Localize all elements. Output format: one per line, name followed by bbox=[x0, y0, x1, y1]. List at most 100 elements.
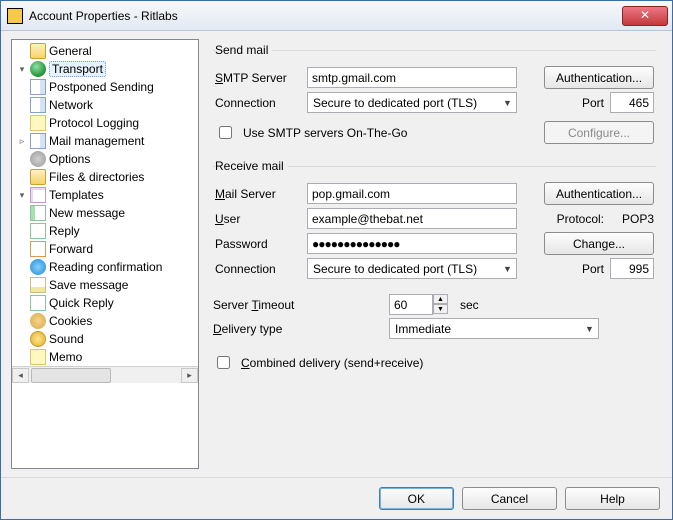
dialog-footer: OK Cancel Help bbox=[1, 477, 672, 519]
cancel-button[interactable]: Cancel bbox=[462, 487, 557, 510]
tree-item-label: Mail management bbox=[49, 134, 144, 148]
close-button[interactable]: ✕ bbox=[622, 6, 668, 26]
tree-twisty-icon[interactable]: ▹ bbox=[16, 136, 28, 147]
tree-twisty-icon[interactable]: ▾ bbox=[16, 64, 28, 75]
scroll-track[interactable] bbox=[29, 368, 181, 383]
tree-item-memo[interactable]: Memo bbox=[12, 348, 198, 366]
tree-item-label: Cookies bbox=[49, 314, 92, 328]
timeout-spin[interactable]: ▲ ▼ bbox=[389, 294, 448, 315]
combined-delivery-checkbox[interactable] bbox=[217, 356, 230, 369]
user-input[interactable] bbox=[307, 208, 517, 229]
mail-server-input[interactable] bbox=[307, 183, 517, 204]
receive-mail-legend: Receive mail bbox=[215, 159, 288, 173]
timeout-down-button[interactable]: ▼ bbox=[433, 304, 448, 314]
mail-server-label: Mail Server bbox=[215, 187, 301, 201]
fwd-icon bbox=[30, 241, 46, 257]
tree-item-network[interactable]: Network bbox=[12, 96, 198, 114]
tree-item-label: General bbox=[49, 44, 92, 58]
timeout-up-button[interactable]: ▲ bbox=[433, 294, 448, 304]
tpl-icon bbox=[30, 187, 46, 203]
tree-item-label: Sound bbox=[49, 332, 84, 346]
timeout-input[interactable] bbox=[389, 294, 433, 315]
tree-item-label: Transport bbox=[49, 61, 106, 77]
tree-item-forward[interactable]: Forward bbox=[12, 240, 198, 258]
tree-item-reading-confirmation[interactable]: Reading confirmation bbox=[12, 258, 198, 276]
send-auth-button[interactable]: Authentication... bbox=[544, 66, 654, 89]
tree-item-label: Options bbox=[49, 152, 90, 166]
nav-tree[interactable]: General ▾ TransportPostponed Sending Networ… bbox=[11, 39, 199, 469]
tree-item-new-message[interactable]: New message bbox=[12, 204, 198, 222]
tree-item-label: Save message bbox=[49, 278, 128, 292]
tree-item-label: Network bbox=[49, 98, 93, 112]
recv-connection-combo[interactable]: Secure to dedicated port (TLS) ▼ bbox=[307, 258, 517, 279]
tree-item-label: Memo bbox=[49, 350, 82, 364]
help-button[interactable]: Help bbox=[565, 487, 660, 510]
protocol-label: Protocol: bbox=[557, 212, 604, 226]
tree-item-cookies[interactable]: Cookies bbox=[12, 312, 198, 330]
send-mail-legend: Send mail bbox=[215, 43, 272, 57]
smtp-onthego-checkbox[interactable] bbox=[219, 126, 232, 139]
app-icon bbox=[7, 8, 23, 24]
tree-item-transport[interactable]: ▾ Transport bbox=[12, 60, 198, 78]
scroll-thumb[interactable] bbox=[31, 368, 111, 383]
memo-icon bbox=[30, 115, 46, 131]
tree-item-label: Reading confirmation bbox=[49, 260, 162, 274]
tree-item-sound[interactable]: Sound bbox=[12, 330, 198, 348]
ok-button[interactable]: OK bbox=[379, 487, 454, 510]
user-label: User bbox=[215, 212, 301, 226]
scroll-right-button[interactable]: ▸ bbox=[181, 368, 198, 383]
cookie-icon bbox=[30, 313, 46, 329]
tree-item-general[interactable]: General bbox=[12, 42, 198, 60]
new-icon bbox=[30, 205, 46, 221]
password-label: Password bbox=[215, 237, 301, 251]
delivery-type-label: Delivery type bbox=[213, 322, 383, 336]
smtp-configure-button: Configure... bbox=[544, 121, 654, 144]
account-properties-dialog: Account Properties - Ritlabs ✕ General ▾ T… bbox=[0, 0, 673, 520]
tree-item-templates[interactable]: ▾ Templates bbox=[12, 186, 198, 204]
tree-item-label: Reply bbox=[49, 224, 80, 238]
password-input[interactable] bbox=[307, 233, 517, 254]
tree-item-quick-reply[interactable]: Quick Reply bbox=[12, 294, 198, 312]
gear-icon bbox=[30, 151, 46, 167]
globe-icon bbox=[30, 61, 46, 77]
tree-item-label: Forward bbox=[49, 242, 93, 256]
send-port-input[interactable] bbox=[610, 92, 654, 113]
tree-item-options[interactable]: Options bbox=[12, 150, 198, 168]
titlebar: Account Properties - Ritlabs ✕ bbox=[1, 1, 672, 31]
sec-label: sec bbox=[460, 298, 479, 312]
recv-connection-label: Connection bbox=[215, 262, 301, 276]
smtp-server-input[interactable] bbox=[307, 67, 517, 88]
receive-mail-group: Receive mail Mail Server Authentication.… bbox=[213, 159, 656, 284]
combined-delivery-label: Combined delivery (send+receive) bbox=[241, 356, 423, 370]
chevron-down-icon: ▼ bbox=[499, 259, 516, 278]
tree-item-postponed-sending[interactable]: Postponed Sending bbox=[12, 78, 198, 96]
delivery-type-combo[interactable]: Immediate ▼ bbox=[389, 318, 599, 339]
smtp-onthego-label: Use SMTP servers On-The-Go bbox=[243, 126, 407, 140]
window-title: Account Properties - Ritlabs bbox=[29, 9, 622, 23]
tree-twisty-icon[interactable]: ▾ bbox=[16, 190, 28, 201]
send-port-label: Port bbox=[582, 96, 604, 110]
send-connection-combo[interactable]: Secure to dedicated port (TLS) ▼ bbox=[307, 92, 517, 113]
tree-item-files-directories[interactable]: Files & directories bbox=[12, 168, 198, 186]
recv-port-input[interactable] bbox=[610, 258, 654, 279]
chevron-down-icon: ▼ bbox=[581, 319, 598, 338]
qr-icon bbox=[30, 295, 46, 311]
tree-item-label: Templates bbox=[49, 188, 104, 202]
tree-item-label: Files & directories bbox=[49, 170, 144, 184]
folder-icon bbox=[30, 43, 46, 59]
page-icon bbox=[30, 79, 46, 95]
recv-port-label: Port bbox=[582, 262, 604, 276]
tree-item-mail-management[interactable]: ▹ Mail management bbox=[12, 132, 198, 150]
form-panel: Send mail SMTP Server Authentication... … bbox=[207, 39, 662, 469]
tree-item-protocol-logging[interactable]: Protocol Logging bbox=[12, 114, 198, 132]
change-password-button[interactable]: Change... bbox=[544, 232, 654, 255]
tree-item-save-message[interactable]: Save message bbox=[12, 276, 198, 294]
tree-item-reply[interactable]: Reply bbox=[12, 222, 198, 240]
send-connection-label: Connection bbox=[215, 96, 301, 110]
scroll-left-button[interactable]: ◂ bbox=[12, 368, 29, 383]
protocol-value: POP3 bbox=[610, 212, 654, 226]
tree-hscrollbar[interactable]: ◂ ▸ bbox=[12, 366, 198, 383]
tree-item-label: Quick Reply bbox=[49, 296, 114, 310]
read-icon bbox=[30, 259, 46, 275]
recv-auth-button[interactable]: Authentication... bbox=[544, 182, 654, 205]
